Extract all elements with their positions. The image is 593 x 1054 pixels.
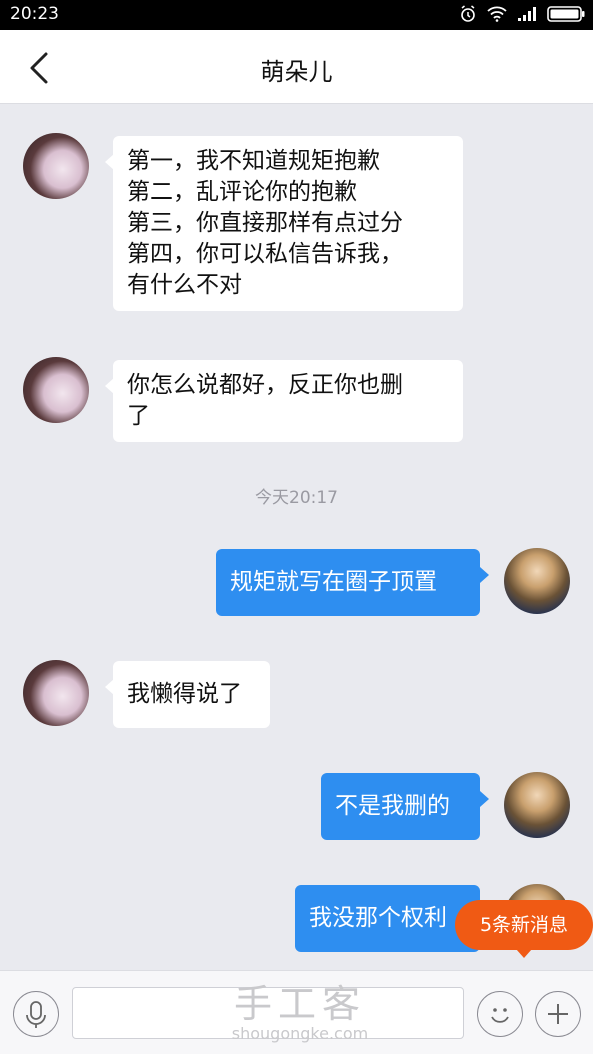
signal-icon [517, 6, 537, 26]
message-text: 第一，我不知道规矩抱歉 [127, 148, 380, 174]
input-bar [0, 970, 593, 1054]
message-text: 第四，你可以私信告诉我， [127, 241, 403, 267]
contact-avatar[interactable] [23, 357, 89, 423]
message-text: 第二，乱评论你的抱歉 [127, 179, 357, 205]
more-button[interactable] [535, 991, 581, 1037]
message-text: 我懒得说了 [127, 681, 242, 707]
chat-header: 萌朵儿 [0, 30, 593, 104]
emoji-button[interactable] [477, 991, 523, 1037]
microphone-icon [26, 1001, 46, 1028]
message-bubble-incoming[interactable]: 我懒得说了 [105, 661, 270, 728]
chat-title: 萌朵儿 [260, 58, 333, 86]
contact-avatar[interactable] [23, 660, 89, 726]
message-text: 了 [127, 403, 150, 429]
message-bubble-outgoing[interactable]: 不是我删的 [321, 773, 489, 840]
plus-icon [548, 1004, 568, 1024]
message-text: 不是我删的 [335, 793, 450, 819]
alarm-icon [459, 5, 477, 27]
message-timestamp: 今天20:17 [255, 488, 338, 508]
message-bubble-incoming[interactable]: 你怎么说都好，反正你也删 了 [105, 360, 463, 442]
status-icons [459, 5, 585, 27]
message-bubble-outgoing[interactable]: 我没那个权利 [295, 885, 489, 952]
my-avatar[interactable] [504, 548, 570, 614]
message-text: 我没那个权利 [309, 905, 447, 931]
message-bubble-outgoing[interactable]: 规矩就写在圈子顶置 [216, 549, 489, 616]
my-avatar[interactable] [504, 772, 570, 838]
message-text: 你怎么说都好，反正你也删 [127, 372, 403, 398]
emoji-icon [491, 1008, 509, 1023]
message-text: 第三，你直接那样有点过分 [127, 210, 403, 236]
message-list[interactable]: 第一，我不知道规矩抱歉 第二，乱评论你的抱歉 第三，你直接那样有点过分 第四，你… [0, 105, 593, 970]
message-bubble-incoming[interactable]: 第一，我不知道规矩抱歉 第二，乱评论你的抱歉 第三，你直接那样有点过分 第四，你… [105, 136, 463, 311]
wifi-icon [487, 6, 507, 26]
status-bar: 20:23 [0, 0, 593, 30]
status-time: 20:23 [10, 4, 59, 24]
message-text: 有什么不对 [127, 272, 242, 298]
voice-button[interactable] [13, 991, 59, 1037]
message-input[interactable] [72, 987, 464, 1039]
contact-avatar[interactable] [23, 133, 89, 199]
battery-icon [547, 6, 585, 26]
new-messages-button[interactable]: 5条新消息 [455, 900, 593, 958]
message-text: 规矩就写在圈子顶置 [230, 569, 437, 595]
